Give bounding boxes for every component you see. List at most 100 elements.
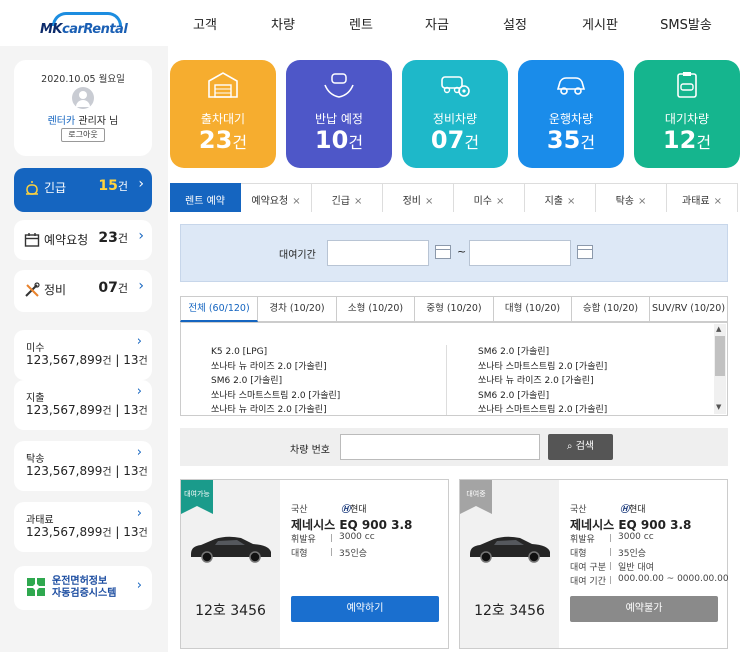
list-item[interactable]: 쏘나타 뉴 라이즈 2.0 [가솔린] <box>211 403 340 415</box>
close-icon[interactable]: × <box>425 196 433 207</box>
list-item[interactable]: 쏘나타 뉴 라이즈 2.0 [가솔린] <box>478 374 607 389</box>
subtab-van[interactable]: 승합 (10/20) <box>572 296 650 322</box>
puzzle-icon <box>27 578 45 596</box>
stat-label: 대기차량 <box>664 112 710 126</box>
garage-icon <box>208 72 238 98</box>
alarm-icon <box>26 181 38 195</box>
left-card-reservation[interactable]: 예약요청 23건 › <box>14 220 152 260</box>
scroll-down-icon[interactable]: ▼ <box>716 403 721 411</box>
chevron-right-icon: › <box>136 506 142 521</box>
model-list-scrollbar[interactable]: ▲ ▼ <box>714 324 726 414</box>
start-date-input[interactable] <box>327 240 429 266</box>
money-card-delivery[interactable]: 탁송 123,567,899건 | 13건 › <box>14 441 152 491</box>
unavailable-button[interactable]: 예약불가 <box>570 596 718 622</box>
list-item[interactable]: SM6 2.0 [가솔린] <box>478 389 607 404</box>
list-item[interactable]: K5 2.0 [LPG] <box>211 345 340 360</box>
chevron-right-icon: › <box>138 228 144 244</box>
list-item[interactable]: 쏘나타 스마트스트림 2.0 [가솔린] <box>478 360 607 375</box>
nav-item-rent[interactable]: 렌트 <box>346 14 376 33</box>
stat-count: 12건 <box>662 126 712 154</box>
stat-card-standby[interactable]: 대기차량 12건 <box>634 60 740 168</box>
nav-item-customer[interactable]: 고객 <box>190 14 220 33</box>
tab-urgent[interactable]: 긴급 × <box>312 183 383 212</box>
money-card-fine[interactable]: 과태료 123,567,899건 | 13건 › <box>14 502 152 552</box>
end-date-input[interactable] <box>469 240 571 266</box>
logo-suffix: carRental <box>62 22 128 37</box>
tab-unpaid[interactable]: 미수 × <box>454 183 525 212</box>
vehicle-card[interactable]: 대여중 12호 3456 국산 Ⓗ현대 제네시스 EQ 900 3.8 휘발유 3… <box>459 479 729 649</box>
vehicle-spec: 대형 35인승 <box>291 548 368 559</box>
vehicle-card[interactable]: 대여가능 12호 3456 국산 Ⓗ현대 제네시스 EQ 900 3.8 휘발유… <box>180 479 449 649</box>
logout-button[interactable]: 로그아웃 <box>61 128 105 142</box>
close-icon[interactable]: × <box>292 196 300 207</box>
license-verify-banner[interactable]: 운전면허정보 자동검증시스템 › <box>14 566 152 610</box>
stat-card-waiting-out[interactable]: 출차대기 23건 <box>170 60 276 168</box>
vehicle-model: 제네시스 EQ 900 3.8 <box>570 518 692 532</box>
tab-expense[interactable]: 지출 × <box>525 183 596 212</box>
user-name: 렌터카 관리자 님 <box>14 112 152 127</box>
list-item[interactable]: SM6 2.0 [가솔린] <box>211 374 340 389</box>
vehicle-origin: 국산 <box>570 505 587 515</box>
tab-rent-reservation[interactable]: 렌트 예약 <box>170 183 241 212</box>
scroll-up-icon[interactable]: ▲ <box>716 325 721 333</box>
stat-count: 07건 <box>430 126 480 154</box>
tab-reservation-request[interactable]: 예약요청 × <box>241 183 312 212</box>
chevron-right-icon: › <box>136 384 142 399</box>
stat-card-operating[interactable]: 운행차량 35건 <box>518 60 624 168</box>
calendar-icon[interactable] <box>577 245 593 259</box>
nav-item-board[interactable]: 게시판 <box>578 14 622 33</box>
plate-number: 12호 3456 <box>474 603 545 619</box>
app-logo[interactable]: MKcarRental <box>40 12 128 38</box>
stat-label: 운행차량 <box>548 112 594 126</box>
stat-card-maintenance[interactable]: 정비차량 07건 <box>402 60 508 168</box>
vehicle-spec: 대여 구분 일반 대여 <box>570 562 654 573</box>
left-card-maintenance[interactable]: 정비 07건 › <box>14 270 152 312</box>
close-icon[interactable]: × <box>496 196 504 207</box>
calendar-icon[interactable] <box>435 245 451 259</box>
nav-item-funds[interactable]: 자금 <box>422 14 452 33</box>
list-item[interactable]: 쏘나타 스마트스트림 2.0 [가솔린] <box>211 389 340 404</box>
chevron-right-icon: › <box>136 578 142 593</box>
left-card-count: 15건 <box>98 178 128 194</box>
stat-card-return-due[interactable]: 반납 예정 10건 <box>286 60 392 168</box>
tab-fine[interactable]: 과태료 × <box>667 183 738 212</box>
nav-item-vehicle[interactable]: 차량 <box>268 14 298 33</box>
close-icon[interactable]: × <box>354 196 362 207</box>
left-card-label: 예약요청 <box>44 233 89 247</box>
nav-item-sms[interactable]: SMS발송 <box>656 14 716 33</box>
close-icon[interactable]: × <box>714 196 722 207</box>
list-item[interactable]: 쏘나타 스마트스트림 2.0 [가솔린] <box>478 403 607 415</box>
stat-label: 출차대기 <box>200 112 246 126</box>
license-line2: 자동검증시스템 <box>52 588 117 599</box>
subtab-small[interactable]: 소형 (10/20) <box>337 296 415 322</box>
car-photo-icon <box>470 536 550 563</box>
reserve-button[interactable]: 예약하기 <box>291 596 439 622</box>
list-item[interactable]: SM6 2.0 [가솔린] <box>478 345 607 360</box>
nav-item-settings[interactable]: 설정 <box>500 14 530 33</box>
subtab-all[interactable]: 전체 (60/120) <box>180 296 258 322</box>
date-range-separator: ~ <box>457 245 467 258</box>
money-card-expense[interactable]: 지출 123,567,899건 | 13건 › <box>14 380 152 430</box>
subtab-suv[interactable]: SUV/RV (10/20) <box>650 296 728 322</box>
list-item[interactable]: 쏘나타 뉴 라이즈 2.0 [가솔린] <box>211 360 340 375</box>
subtab-large[interactable]: 대형 (10/20) <box>494 296 572 322</box>
close-icon[interactable]: × <box>567 196 575 207</box>
plate-search-input[interactable] <box>340 434 540 460</box>
rental-period-filter: 대여기간 ~ <box>180 224 728 282</box>
scrollbar-thumb[interactable] <box>715 336 725 376</box>
subtab-light[interactable]: 경차 (10/20) <box>258 296 337 322</box>
tab-maintenance[interactable]: 정비 × <box>383 183 454 212</box>
subtab-mid[interactable]: 중형 (10/20) <box>415 296 494 322</box>
money-card-unpaid[interactable]: 미수 123,567,899건 | 13건 › <box>14 330 152 380</box>
stat-count: 35건 <box>546 126 596 154</box>
calendar-icon <box>24 233 40 247</box>
model-list-left: K5 2.0 [LPG] 쏘나타 뉴 라이즈 2.0 [가솔린] SM6 2.0… <box>211 345 340 415</box>
close-icon[interactable]: × <box>638 196 646 207</box>
plate-search-label: 차량 번호 <box>290 445 330 456</box>
tab-delivery[interactable]: 탁송 × <box>596 183 667 212</box>
search-button[interactable]: ⌕ 검색 <box>548 434 613 460</box>
left-card-label: 긴급 <box>44 181 67 195</box>
left-card-urgent[interactable]: 긴급 15건 › <box>14 168 152 212</box>
model-list: K5 2.0 [LPG] 쏘나타 뉴 라이즈 2.0 [가솔린] SM6 2.0… <box>180 322 728 416</box>
search-icon: ⌕ <box>566 441 576 452</box>
